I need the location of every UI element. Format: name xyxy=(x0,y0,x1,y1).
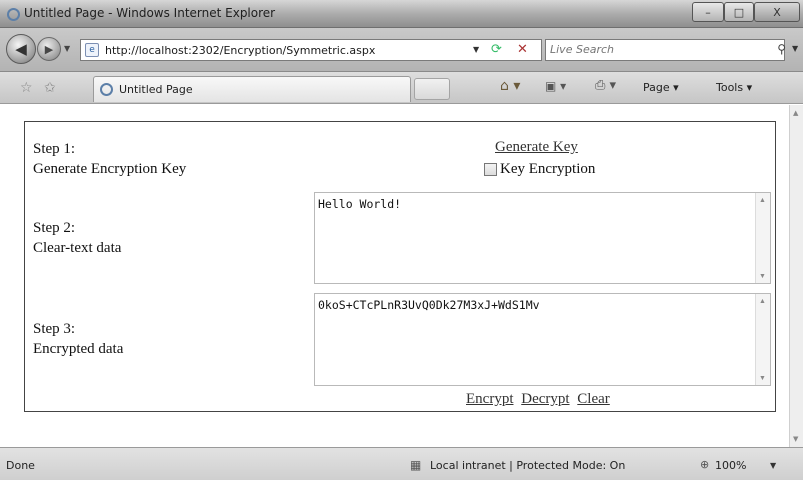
step3-title: Step 3: xyxy=(33,321,76,337)
page-icon: e xyxy=(85,43,99,57)
search-box[interactable]: ⚲ xyxy=(545,39,786,61)
scroll-up-icon[interactable]: ▲ xyxy=(759,196,766,204)
encryption-form: Step 1: Generate Encryption Key Generate… xyxy=(24,121,776,412)
feeds-icon[interactable]: ▣ ▾ xyxy=(545,79,566,93)
add-favorite-icon[interactable]: ✩ xyxy=(44,80,56,96)
step2-title: Step 2: xyxy=(33,220,76,236)
status-text: Done xyxy=(6,459,35,472)
window-title-bar: Untitled Page - Windows Internet Explore… xyxy=(0,0,803,28)
maximize-button[interactable]: □ xyxy=(724,2,754,22)
scroll-down-icon[interactable]: ▼ xyxy=(793,435,798,443)
url-text[interactable]: http://localhost:2302/Encryption/Symmetr… xyxy=(105,44,375,57)
step1-title: Step 1: xyxy=(33,141,76,157)
page-menu[interactable]: Page ▾ xyxy=(643,81,679,94)
page-content: Step 1: Generate Encryption Key Generate… xyxy=(0,105,789,447)
generate-key-link[interactable]: Generate Key xyxy=(495,139,578,156)
print-icon[interactable]: ⎙ ▾ xyxy=(595,78,616,93)
tab-title: Untitled Page xyxy=(119,83,193,96)
close-button[interactable]: X xyxy=(754,2,800,22)
status-bar: Done ▦ Local intranet | Protected Mode: … xyxy=(0,447,803,480)
address-toolbar: ◀ ▶ ▼ e http://localhost:2302/Encryption… xyxy=(0,28,803,72)
step3-description: Encrypted data xyxy=(33,341,124,357)
favorites-star-icon[interactable]: ☆ xyxy=(20,80,33,96)
checkbox-box[interactable] xyxy=(484,163,497,176)
new-tab-button[interactable] xyxy=(414,78,450,100)
zoom-level[interactable]: 100% xyxy=(715,459,746,472)
encrypt-link[interactable]: Encrypt xyxy=(466,391,513,407)
cleartext-textarea[interactable]: Hello World! ▲ ▼ xyxy=(314,192,771,284)
encrypted-value[interactable]: 0koS+CTcPLnR3UvQ0Dk27M3xJ+WdS1Mv xyxy=(318,298,540,312)
zoom-icon: ⊕ xyxy=(700,458,710,471)
command-toolbar: ☆ ✩ Untitled Page ⌂ ▾ ▣ ▾ ⎙ ▾ Page ▾ Too… xyxy=(0,72,803,104)
scroll-down-icon[interactable]: ▼ xyxy=(759,374,766,382)
step2-description: Clear-text data xyxy=(33,240,122,256)
intranet-zone-icon: ▦ xyxy=(410,458,422,472)
address-field[interactable]: e http://localhost:2302/Encryption/Symme… xyxy=(80,39,542,61)
home-icon[interactable]: ⌂ ▾ xyxy=(500,78,520,94)
scroll-up-icon[interactable]: ▲ xyxy=(759,297,766,305)
back-arrow-icon: ◀ xyxy=(15,40,27,58)
minimize-button[interactable]: – xyxy=(692,2,724,22)
encrypted-textarea[interactable]: 0koS+CTcPLnR3UvQ0Dk27M3xJ+WdS1Mv ▲ ▼ xyxy=(314,293,771,386)
key-encryption-checkbox[interactable]: Key Encryption xyxy=(484,161,595,178)
forward-button[interactable]: ▶ xyxy=(37,37,61,61)
page-scrollbar[interactable]: ▲ ▼ xyxy=(789,105,803,447)
decrypt-link[interactable]: Decrypt xyxy=(521,391,569,407)
key-encryption-label: Key Encryption xyxy=(500,161,596,177)
tools-menu[interactable]: Tools ▾ xyxy=(716,81,752,94)
refresh-icon[interactable]: ⟳ xyxy=(491,42,502,57)
textarea-scrollbar[interactable]: ▲ ▼ xyxy=(755,294,770,385)
forward-arrow-icon: ▶ xyxy=(44,42,54,56)
address-dropdown-icon[interactable]: ▼ xyxy=(473,45,479,54)
ie-logo-icon xyxy=(7,8,20,21)
search-options-dropdown[interactable]: ▼ xyxy=(792,44,798,53)
action-links: Encrypt Decrypt Clear xyxy=(466,391,614,408)
search-input[interactable] xyxy=(550,43,750,56)
stop-icon[interactable]: ✕ xyxy=(517,42,528,57)
step1-description: Generate Encryption Key xyxy=(33,161,187,177)
security-zone[interactable]: Local intranet | Protected Mode: On xyxy=(430,459,625,472)
cleartext-value[interactable]: Hello World! xyxy=(318,197,401,211)
search-icon[interactable]: ⚲ xyxy=(777,42,786,56)
scroll-up-icon[interactable]: ▲ xyxy=(793,109,798,117)
tab-untitled-page[interactable]: Untitled Page xyxy=(93,76,411,102)
ie-logo-icon xyxy=(100,83,113,96)
textarea-scrollbar[interactable]: ▲ ▼ xyxy=(755,193,770,283)
zoom-dropdown[interactable]: ▼ xyxy=(770,461,776,470)
window-title: Untitled Page - Windows Internet Explore… xyxy=(24,6,276,20)
clear-link[interactable]: Clear xyxy=(577,391,609,407)
recent-pages-dropdown[interactable]: ▼ xyxy=(64,44,70,53)
scroll-down-icon[interactable]: ▼ xyxy=(759,272,766,280)
back-button[interactable]: ◀ xyxy=(6,34,36,64)
